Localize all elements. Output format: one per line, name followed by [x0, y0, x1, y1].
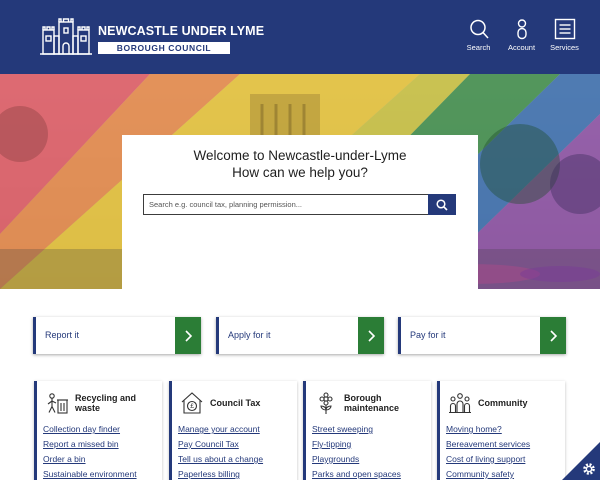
council-logo[interactable]: NEWCASTLE UNDER LYME BOROUGH COUNCIL — [40, 16, 264, 56]
search-input[interactable] — [143, 194, 428, 215]
link-fly-tipping[interactable]: Fly-tipping — [312, 439, 351, 449]
search-nav-label: Search — [466, 43, 491, 52]
pay-for-it-card[interactable]: Pay for it — [398, 317, 566, 354]
pay-for-it-label: Pay for it — [410, 330, 446, 340]
community-title: Community — [478, 398, 528, 408]
accessibility-settings-button[interactable] — [562, 442, 600, 480]
chevron-right-icon — [540, 317, 566, 354]
link-pay-council-tax[interactable]: Pay Council Tax — [178, 439, 239, 449]
services-nav-button[interactable]: Services — [543, 18, 586, 52]
link-bereavement-services[interactable]: Bereavement services — [446, 439, 530, 449]
search-submit-button[interactable] — [428, 194, 456, 215]
report-it-card[interactable]: Report it — [33, 317, 201, 354]
logo-subtitle: BOROUGH COUNCIL — [98, 42, 230, 54]
service-panel-recycling: Recycling and waste Collection day finde… — [34, 381, 162, 480]
community-icon — [449, 393, 471, 414]
link-street-sweeping[interactable]: Street sweeping — [312, 424, 373, 434]
logo-title: NEWCASTLE UNDER LYME — [98, 24, 265, 38]
link-tell-us-change[interactable]: Tell us about a change — [178, 454, 263, 464]
link-order-bin[interactable]: Order a bin — [43, 454, 86, 464]
link-collection-day-finder[interactable]: Collection day finder — [43, 424, 120, 434]
menu-icon — [554, 18, 575, 40]
user-icon — [516, 19, 527, 40]
borough-title-line2: maintenance — [344, 403, 400, 413]
recycling-title-line1: Recycling and — [75, 393, 137, 403]
apply-for-it-card[interactable]: Apply for it — [216, 317, 384, 354]
chevron-right-icon — [358, 317, 384, 354]
hero-banner: Welcome to Newcastle-under-Lyme How can … — [0, 74, 600, 289]
header-nav: Search Account Services — [457, 18, 586, 52]
welcome-heading: Welcome to Newcastle-under-Lyme — [193, 148, 407, 163]
flower-icon — [319, 392, 333, 414]
site-header: NEWCASTLE UNDER LYME BOROUGH COUNCIL Sea… — [0, 0, 600, 74]
services-nav-label: Services — [550, 43, 579, 52]
council-tax-icon: £ — [181, 392, 203, 414]
recycling-title-line2: waste — [75, 403, 101, 413]
welcome-subheading: How can we help you? — [232, 165, 368, 180]
service-panel-council-tax: £ Council Tax Manage your account Pay Co… — [169, 381, 297, 480]
search-icon — [436, 198, 448, 211]
svg-text:£: £ — [190, 403, 194, 410]
link-sustainable-environment[interactable]: Sustainable environment — [43, 469, 137, 479]
castle-icon — [40, 18, 92, 55]
welcome-panel: Welcome to Newcastle-under-Lyme How can … — [122, 135, 478, 289]
service-panel-community: Community Moving home? Bereavement servi… — [437, 381, 565, 480]
link-manage-account[interactable]: Manage your account — [178, 424, 260, 434]
recycling-icon — [47, 393, 68, 414]
apply-for-it-label: Apply for it — [228, 330, 271, 340]
report-it-label: Report it — [45, 330, 80, 340]
chevron-right-icon — [175, 317, 201, 354]
link-cost-of-living[interactable]: Cost of living support — [446, 454, 525, 464]
service-panel-borough-maintenance: Borough maintenance Street sweeping Fly-… — [303, 381, 431, 480]
search-nav-button[interactable]: Search — [457, 18, 500, 52]
link-parks-open-spaces[interactable]: Parks and open spaces — [312, 469, 401, 479]
link-community-safety[interactable]: Community safety — [446, 469, 514, 479]
site-search — [143, 194, 456, 215]
council-tax-title: Council Tax — [210, 398, 261, 408]
account-nav-label: Account — [507, 43, 536, 52]
borough-title-line1: Borough — [344, 393, 382, 403]
search-icon — [469, 19, 489, 39]
quick-actions: Report it Apply for it Pay for it — [33, 317, 567, 355]
link-moving-home[interactable]: Moving home? — [446, 424, 502, 434]
link-paperless-billing[interactable]: Paperless billing — [178, 469, 240, 479]
link-report-missed-bin[interactable]: Report a missed bin — [43, 439, 119, 449]
account-nav-button[interactable]: Account — [500, 18, 543, 52]
link-playgrounds[interactable]: Playgrounds — [312, 454, 359, 464]
